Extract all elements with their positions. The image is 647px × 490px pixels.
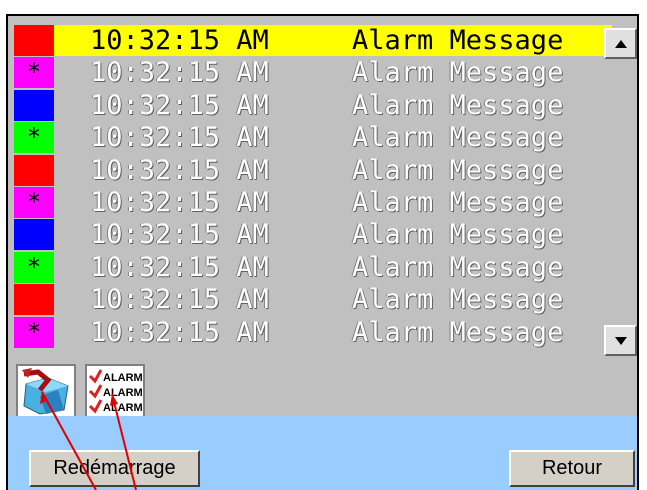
alarm-list-icon: ALARM ALARM ALARM [87, 366, 143, 418]
alarm-row[interactable]: * 10:32:15 AM Alarm Message [14, 122, 609, 154]
alarm-message: Alarm Message [352, 25, 564, 56]
scroll-down-button[interactable] [604, 325, 637, 356]
alarm-row[interactable]: * 10:32:15 AM Alarm Message [14, 316, 609, 348]
alarm-status-swatch [14, 89, 54, 121]
alarm-status-swatch: * [14, 251, 54, 283]
alarm-panel: 10:32:15 AM Alarm Message * 10:32:15 AM Alar… [6, 14, 639, 430]
alarm-message: Alarm Message [352, 251, 564, 283]
alarm-row[interactable]: 10:32:15 AM Alarm Message [14, 25, 612, 56]
alarm-list-button[interactable]: ALARM ALARM ALARM [85, 364, 145, 420]
alarm-status-swatch [14, 154, 54, 186]
clear-alarms-button[interactable] [16, 364, 76, 420]
alarm-list-text-2: ALARM [103, 387, 143, 399]
alarm-row[interactable]: 10:32:15 AM Alarm Message [14, 219, 609, 251]
alarm-time: 10:32:15 AM [90, 154, 269, 186]
alarm-time: 10:32:15 AM [90, 89, 269, 121]
alarm-status-swatch [14, 219, 54, 251]
alarm-status-swatch: * [14, 57, 54, 89]
button-bar: Redémarrage Retour [6, 416, 639, 490]
alarm-time: 10:32:15 AM [90, 25, 269, 56]
alarm-time: 10:32:15 AM [90, 219, 269, 251]
alarm-row[interactable]: * 10:32:15 AM Alarm Message [14, 57, 609, 89]
alarm-row[interactable]: 10:32:15 AM Alarm Message [14, 284, 609, 316]
alarm-message: Alarm Message [352, 122, 564, 154]
arrow-down-icon [615, 337, 627, 345]
alarm-status-swatch [14, 284, 54, 316]
scroll-up-button[interactable] [604, 28, 637, 59]
alarm-status-swatch: * [14, 316, 54, 348]
alarm-message: Alarm Message [352, 89, 564, 121]
alarm-message: Alarm Message [352, 316, 564, 348]
alarm-time: 10:32:15 AM [90, 187, 269, 218]
alarm-status-swatch: * [14, 187, 54, 218]
alarm-row[interactable]: * 10:32:15 AM Alarm Message [14, 251, 609, 283]
alarm-time: 10:32:15 AM [90, 122, 269, 154]
alarm-message: Alarm Message [352, 57, 564, 89]
alarm-list-text-1: ALARM [103, 372, 143, 384]
alarm-time: 10:32:15 AM [90, 316, 269, 348]
clear-alarms-icon [18, 366, 74, 418]
alarm-list[interactable]: 10:32:15 AM Alarm Message * 10:32:15 AM Alar… [14, 25, 612, 349]
back-button[interactable]: Retour [509, 450, 635, 487]
alarm-message: Alarm Message [352, 284, 564, 316]
alarm-row[interactable]: * 10:32:15 AM Alarm Message [14, 187, 609, 218]
alarm-time: 10:32:15 AM [90, 57, 269, 89]
restart-button[interactable]: Redémarrage [29, 450, 200, 487]
alarm-list-text-3: ALARM [103, 402, 143, 414]
alarm-status-swatch [14, 25, 54, 56]
alarm-time: 10:32:15 AM [90, 284, 269, 316]
alarm-message: Alarm Message [352, 154, 564, 186]
alarm-message: Alarm Message [352, 187, 564, 218]
arrow-up-icon [615, 40, 627, 48]
alarm-message: Alarm Message [352, 219, 564, 251]
alarm-status-swatch: * [14, 122, 54, 154]
alarm-row[interactable]: 10:32:15 AM Alarm Message [14, 154, 609, 186]
alarm-time: 10:32:15 AM [90, 251, 269, 283]
alarm-row[interactable]: 10:32:15 AM Alarm Message [14, 89, 609, 121]
